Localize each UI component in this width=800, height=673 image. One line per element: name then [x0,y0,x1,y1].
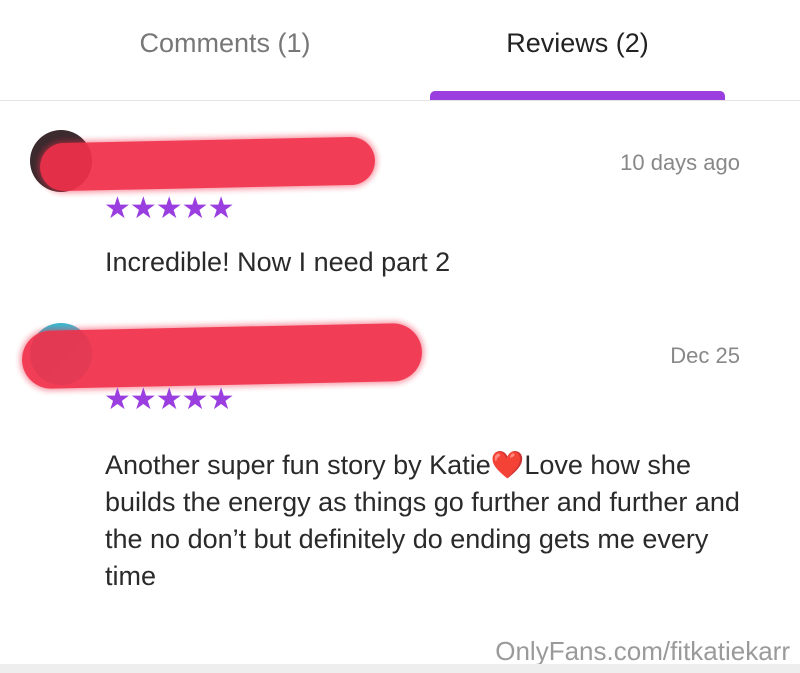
author-name-redacted [21,322,423,390]
review-time: 10 days ago [620,150,740,175]
bottom-divider [0,664,800,673]
review-time: Dec 25 [670,343,740,368]
author-name-redacted [39,136,376,192]
tab-bar: Comments (1) Reviews (2) [0,0,800,101]
heart-icon: ❤️ [490,450,525,480]
review-item: Dec 25 ★★★★★ Another super fun story by … [0,315,800,605]
tab-reviews[interactable]: Reviews (2) [430,18,725,68]
star-rating: ★★★★★ [104,192,234,225]
review-item: 10 days ago ★★★★★ Incredible! Now I need… [0,120,800,290]
active-tab-indicator [430,91,725,100]
watermark: OnlyFans.com/fitkatiekarr [495,636,790,666]
tab-comments[interactable]: Comments (1) [90,18,360,68]
star-rating: ★★★★★ [104,383,234,416]
review-text: Incredible! Now I need part 2 [105,247,451,277]
review-text: Another super fun story by Katie❤️Love h… [105,450,740,591]
